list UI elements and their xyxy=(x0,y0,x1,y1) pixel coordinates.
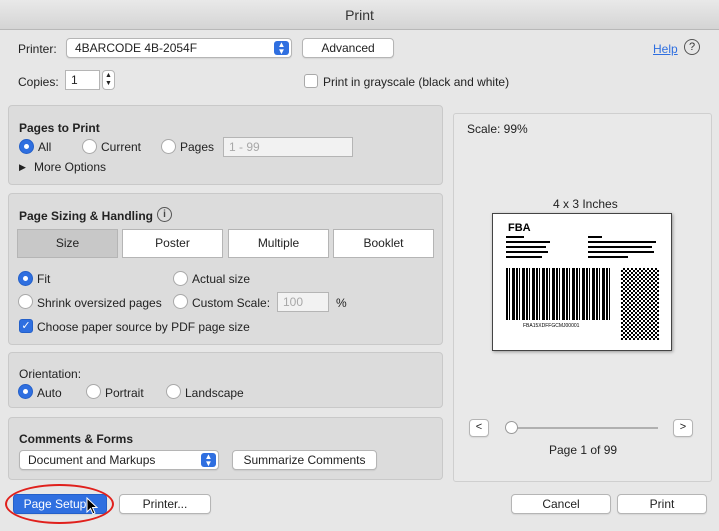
copies-stepper[interactable]: ▲ ▼ xyxy=(102,70,115,90)
page-preview-thumbnail: FBA FBA15XDFFGCMJ00001 xyxy=(492,213,672,351)
pages-range-input[interactable]: 1 - 99 xyxy=(223,137,353,157)
page-counter: Page 1 of 99 xyxy=(549,443,618,457)
ship-from-text xyxy=(506,236,551,262)
sizing-title: Page Sizing & Handling xyxy=(19,209,154,223)
chevron-updown-icon: ▲ ▼ xyxy=(274,41,289,56)
question-icon[interactable]: ? xyxy=(684,39,700,55)
copies-input[interactable]: 1 xyxy=(65,70,100,90)
fit-radio[interactable] xyxy=(18,271,33,286)
tab-poster[interactable]: Poster xyxy=(122,229,223,258)
orientation-auto-radio[interactable] xyxy=(18,384,33,399)
orientation-auto-label: Auto xyxy=(37,386,62,400)
fit-label: Fit xyxy=(37,272,51,286)
pages-range-label: Pages xyxy=(180,140,215,154)
qr-code-graphic xyxy=(621,268,659,340)
comments-select-value: Document and Markups xyxy=(28,453,156,467)
pages-all-label: All xyxy=(38,140,52,154)
scale-label: Scale: 99% xyxy=(467,122,528,136)
tab-multiple[interactable]: Multiple xyxy=(228,229,329,258)
tab-booklet[interactable]: Booklet xyxy=(333,229,434,258)
summarize-comments-button[interactable]: Summarize Comments xyxy=(232,450,377,470)
paper-source-checkbox[interactable]: ✓ xyxy=(19,319,33,333)
paper-size-label: 4 x 3 Inches xyxy=(553,197,618,211)
printer-label: Printer: xyxy=(18,42,57,56)
orientation-portrait-radio[interactable] xyxy=(86,384,101,399)
custom-scale-label: Custom Scale: xyxy=(192,296,271,310)
pages-current-label: Current xyxy=(101,140,142,154)
chevron-updown-icon: ▲ ▼ xyxy=(201,453,216,468)
disclosure-triangle-icon[interactable]: ▶ xyxy=(19,162,26,173)
shrink-radio[interactable] xyxy=(18,294,33,309)
custom-scale-input[interactable]: 100 xyxy=(277,292,329,312)
page-slider-track xyxy=(510,427,658,429)
barcode-graphic xyxy=(506,268,611,320)
comments-select[interactable]: Document and Markups ▲ ▼ xyxy=(19,450,219,470)
previous-page-button[interactable]: < xyxy=(469,419,489,437)
mouse-cursor-icon xyxy=(86,497,99,515)
orientation-title: Orientation: xyxy=(19,367,82,381)
more-options-toggle[interactable]: More Options xyxy=(34,160,106,174)
grayscale-label: Print in grayscale (black and white) xyxy=(323,75,510,89)
shrink-label: Shrink oversized pages xyxy=(37,296,162,310)
orientation-landscape-radio[interactable] xyxy=(166,384,181,399)
page-slider-thumb[interactable] xyxy=(505,421,518,434)
paper-source-label: Choose paper source by PDF page size xyxy=(37,320,250,334)
window-title: Print xyxy=(0,0,719,30)
tab-size[interactable]: Size xyxy=(17,229,118,258)
pages-current-radio[interactable] xyxy=(82,139,97,154)
pages-title: Pages to Print xyxy=(19,121,100,135)
actual-size-label: Actual size xyxy=(192,272,251,286)
info-icon[interactable]: i xyxy=(157,207,172,222)
actual-size-radio[interactable] xyxy=(173,271,188,286)
comments-title: Comments & Forms xyxy=(19,432,134,446)
label-title: FBA xyxy=(508,222,531,234)
ship-to-text xyxy=(588,236,658,262)
pages-range-radio[interactable] xyxy=(161,139,176,154)
comments-panel xyxy=(8,417,443,480)
printer-button[interactable]: Printer... xyxy=(119,494,211,514)
orientation-portrait-label: Portrait xyxy=(105,386,144,400)
barcode-text: FBA15XDFFGCMJ00001 xyxy=(523,323,580,329)
custom-scale-radio[interactable] xyxy=(173,294,188,309)
printer-select-value: 4BARCODE 4B-2054F xyxy=(75,41,198,55)
cancel-button[interactable]: Cancel xyxy=(511,494,611,514)
grayscale-checkbox[interactable] xyxy=(304,74,318,88)
advanced-button[interactable]: Advanced xyxy=(302,38,394,58)
printer-select[interactable]: 4BARCODE 4B-2054F ▲ ▼ xyxy=(66,38,292,58)
pages-all-radio[interactable] xyxy=(19,139,34,154)
help-link[interactable]: Help xyxy=(653,42,678,56)
percent-label: % xyxy=(336,296,347,310)
print-button[interactable]: Print xyxy=(617,494,707,514)
next-page-button[interactable]: > xyxy=(673,419,693,437)
orientation-landscape-label: Landscape xyxy=(185,386,244,400)
copies-label: Copies: xyxy=(18,75,59,89)
